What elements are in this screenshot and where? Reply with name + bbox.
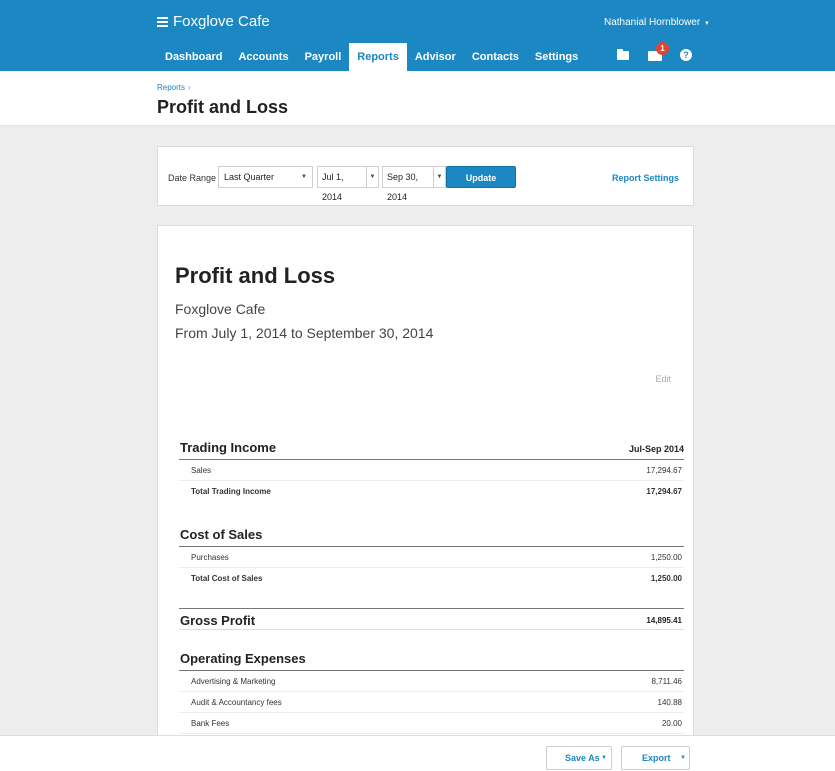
gross-profit-label: Gross Profit [180,613,256,628]
row-amount: 17,294.67 [646,487,682,496]
update-button[interactable]: Update [446,166,516,188]
export-label: Export [642,753,671,763]
total-row: Total Trading Income 17,294.67 [179,481,684,502]
row-label: Sales [191,466,212,475]
notification-badge: 1 [656,42,669,55]
row-label: Bank Fees [191,719,230,728]
from-date-input[interactable]: Jul 1, 2014 [317,166,367,202]
menu-icon [157,16,168,27]
user-menu[interactable]: Nathanial Hornblower ▾ [604,17,709,28]
top-bar: Foxglove Cafe Nathanial Hornblower ▾ Dash… [0,0,835,71]
section-heading: Trading Income Jul-Sep 2014 [179,438,684,460]
report-card: Profit and Loss Foxglove Cafe From July … [157,225,694,735]
row-amount[interactable]: 140.88 [658,698,682,707]
breadcrumb-reports[interactable]: Reports [157,83,185,92]
to-date-input[interactable]: Sep 30, 2014 [382,166,434,202]
report-org: Foxglove Cafe [175,301,266,317]
chevron-down-icon: ▾ [705,20,709,27]
table-row[interactable]: Advertising & Marketing 8,711.46 [179,671,684,692]
tab-contacts[interactable]: Contacts [464,43,527,71]
chevron-down-icon: ▼ [301,174,307,180]
row-label: Purchases [191,553,229,562]
org-name: Foxglove Cafe [173,13,270,30]
table-row[interactable]: Audit & Accountancy fees 140.88 [179,692,684,713]
row-label: Audit & Accountancy fees [191,698,282,707]
help-icon[interactable]: ? [680,49,692,61]
row-amount[interactable]: 20.00 [662,719,682,728]
save-as-label: Save As [565,753,600,763]
edit-link[interactable]: Edit [655,374,671,384]
tab-dashboard[interactable]: Dashboard [157,43,230,71]
row-label: Total Trading Income [191,487,271,496]
tab-accounts[interactable]: Accounts [230,43,296,71]
date-range-value: Last Quarter [224,172,275,182]
report-settings-link[interactable]: Report Settings [612,173,679,183]
user-name: Nathanial Hornblower [604,17,701,28]
section-trading-income: Trading Income Jul-Sep 2014 Sales 17,294… [179,438,684,502]
export-button[interactable]: Export ▼ [621,746,690,770]
tab-settings[interactable]: Settings [527,43,586,71]
tab-payroll[interactable]: Payroll [297,43,350,71]
report-title: Profit and Loss [175,263,336,288]
table-row[interactable]: Purchases 1,250.00 [179,547,684,568]
header-icons: 1 ? [616,42,710,62]
total-row: Total Cost of Sales 1,250.00 [179,568,684,589]
gross-profit-row: Gross Profit 14,895.41 [179,608,684,630]
from-date-picker-button[interactable]: ▼ [366,166,379,188]
org-switcher[interactable]: Foxglove Cafe [157,13,270,30]
breadcrumb-separator: › [188,83,191,92]
section-title: Cost of Sales [180,527,263,542]
table-row[interactable]: Bank Fees 20.00 [179,713,684,734]
column-header: Jul-Sep 2014 [628,444,684,454]
section-title: Trading Income [180,440,277,455]
report-period: From July 1, 2014 to September 30, 2014 [175,325,434,341]
row-amount[interactable]: 17,294.67 [646,466,682,475]
section-gross-profit: Gross Profit 14,895.41 [179,608,684,630]
section-heading: Operating Expenses [179,649,684,671]
mail-icon[interactable]: 1 [648,42,669,62]
to-date-picker-button[interactable]: ▼ [433,166,446,188]
row-amount[interactable]: 1,250.00 [651,553,682,562]
row-label: Total Cost of Sales [191,574,263,583]
section-operating-expenses: Operating Expenses Advertising & Marketi… [179,649,684,734]
row-amount[interactable]: 8,711.46 [651,677,682,686]
date-range-card: Date Range Last Quarter ▼ Jul 1, 2014 ▼ … [157,146,694,206]
section-cost-of-sales: Cost of Sales Purchases 1,250.00 Total C… [179,525,684,589]
section-title: Operating Expenses [180,651,306,666]
date-range-select[interactable]: Last Quarter ▼ [218,166,313,188]
footer-action-bar: Save As ▼ Export ▼ [0,735,835,771]
breadcrumb: Reports › [157,83,191,92]
section-heading: Cost of Sales [179,525,684,547]
row-amount: 1,250.00 [650,574,682,583]
tab-reports[interactable]: Reports [349,43,407,71]
chevron-down-icon: ▼ [601,755,607,761]
row-label: Advertising & Marketing [191,677,276,686]
date-range-label: Date Range [168,173,217,183]
folder-icon[interactable] [616,48,630,62]
page-header: Reports › Profit and Loss [0,71,835,126]
main-nav: Dashboard Accounts Payroll Reports Advis… [157,43,586,71]
tab-advisor[interactable]: Advisor [407,43,464,71]
save-as-button[interactable]: Save As ▼ [546,746,612,770]
table-row[interactable]: Sales 17,294.67 [179,460,684,481]
chevron-down-icon: ▼ [680,755,686,761]
gross-profit-amount: 14,895.41 [646,616,682,625]
page-title: Profit and Loss [157,97,289,117]
